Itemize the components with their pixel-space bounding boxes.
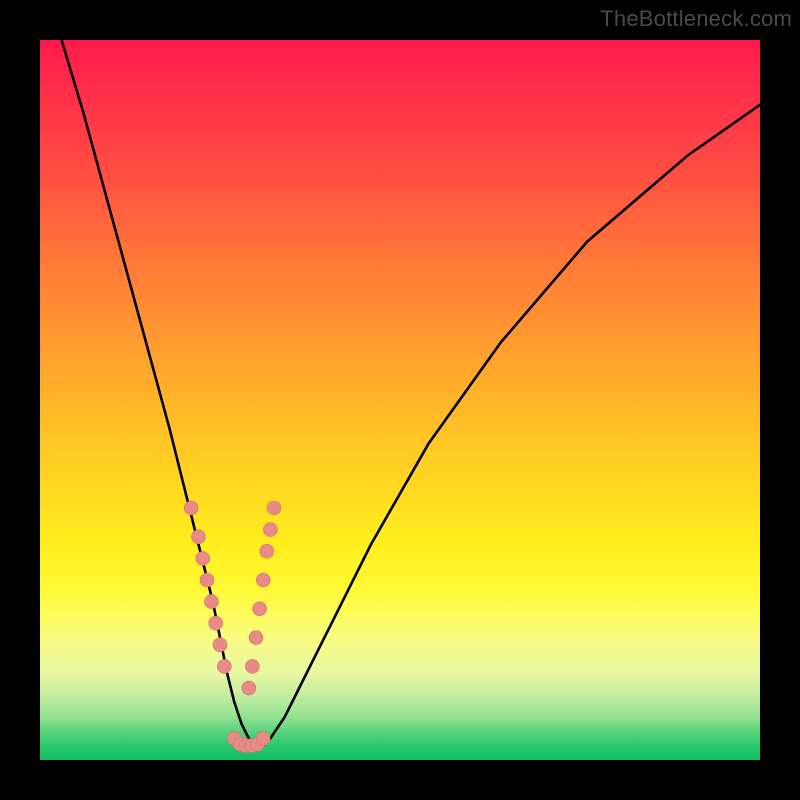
data-dot xyxy=(209,616,223,630)
data-dot xyxy=(217,659,231,673)
data-dot xyxy=(249,631,263,645)
data-dot xyxy=(191,530,205,544)
chart-frame: TheBottleneck.com xyxy=(0,0,800,800)
data-dot xyxy=(253,602,267,616)
data-dot xyxy=(263,523,277,537)
bottleneck-curve xyxy=(62,40,760,746)
data-dot xyxy=(267,501,281,515)
data-dot xyxy=(204,595,218,609)
data-dot xyxy=(245,659,259,673)
highlighted-dots xyxy=(184,501,281,753)
data-dot xyxy=(260,544,274,558)
curve-layer xyxy=(40,40,760,760)
data-dot xyxy=(213,638,227,652)
data-dot xyxy=(256,573,270,587)
data-dot xyxy=(184,501,198,515)
plot-area xyxy=(40,40,760,760)
data-dot xyxy=(196,551,210,565)
bottleneck-curve-path xyxy=(62,40,760,746)
data-dot xyxy=(242,681,256,695)
data-dot xyxy=(200,573,214,587)
data-dot xyxy=(256,731,270,745)
watermark-text: TheBottleneck.com xyxy=(600,6,792,32)
